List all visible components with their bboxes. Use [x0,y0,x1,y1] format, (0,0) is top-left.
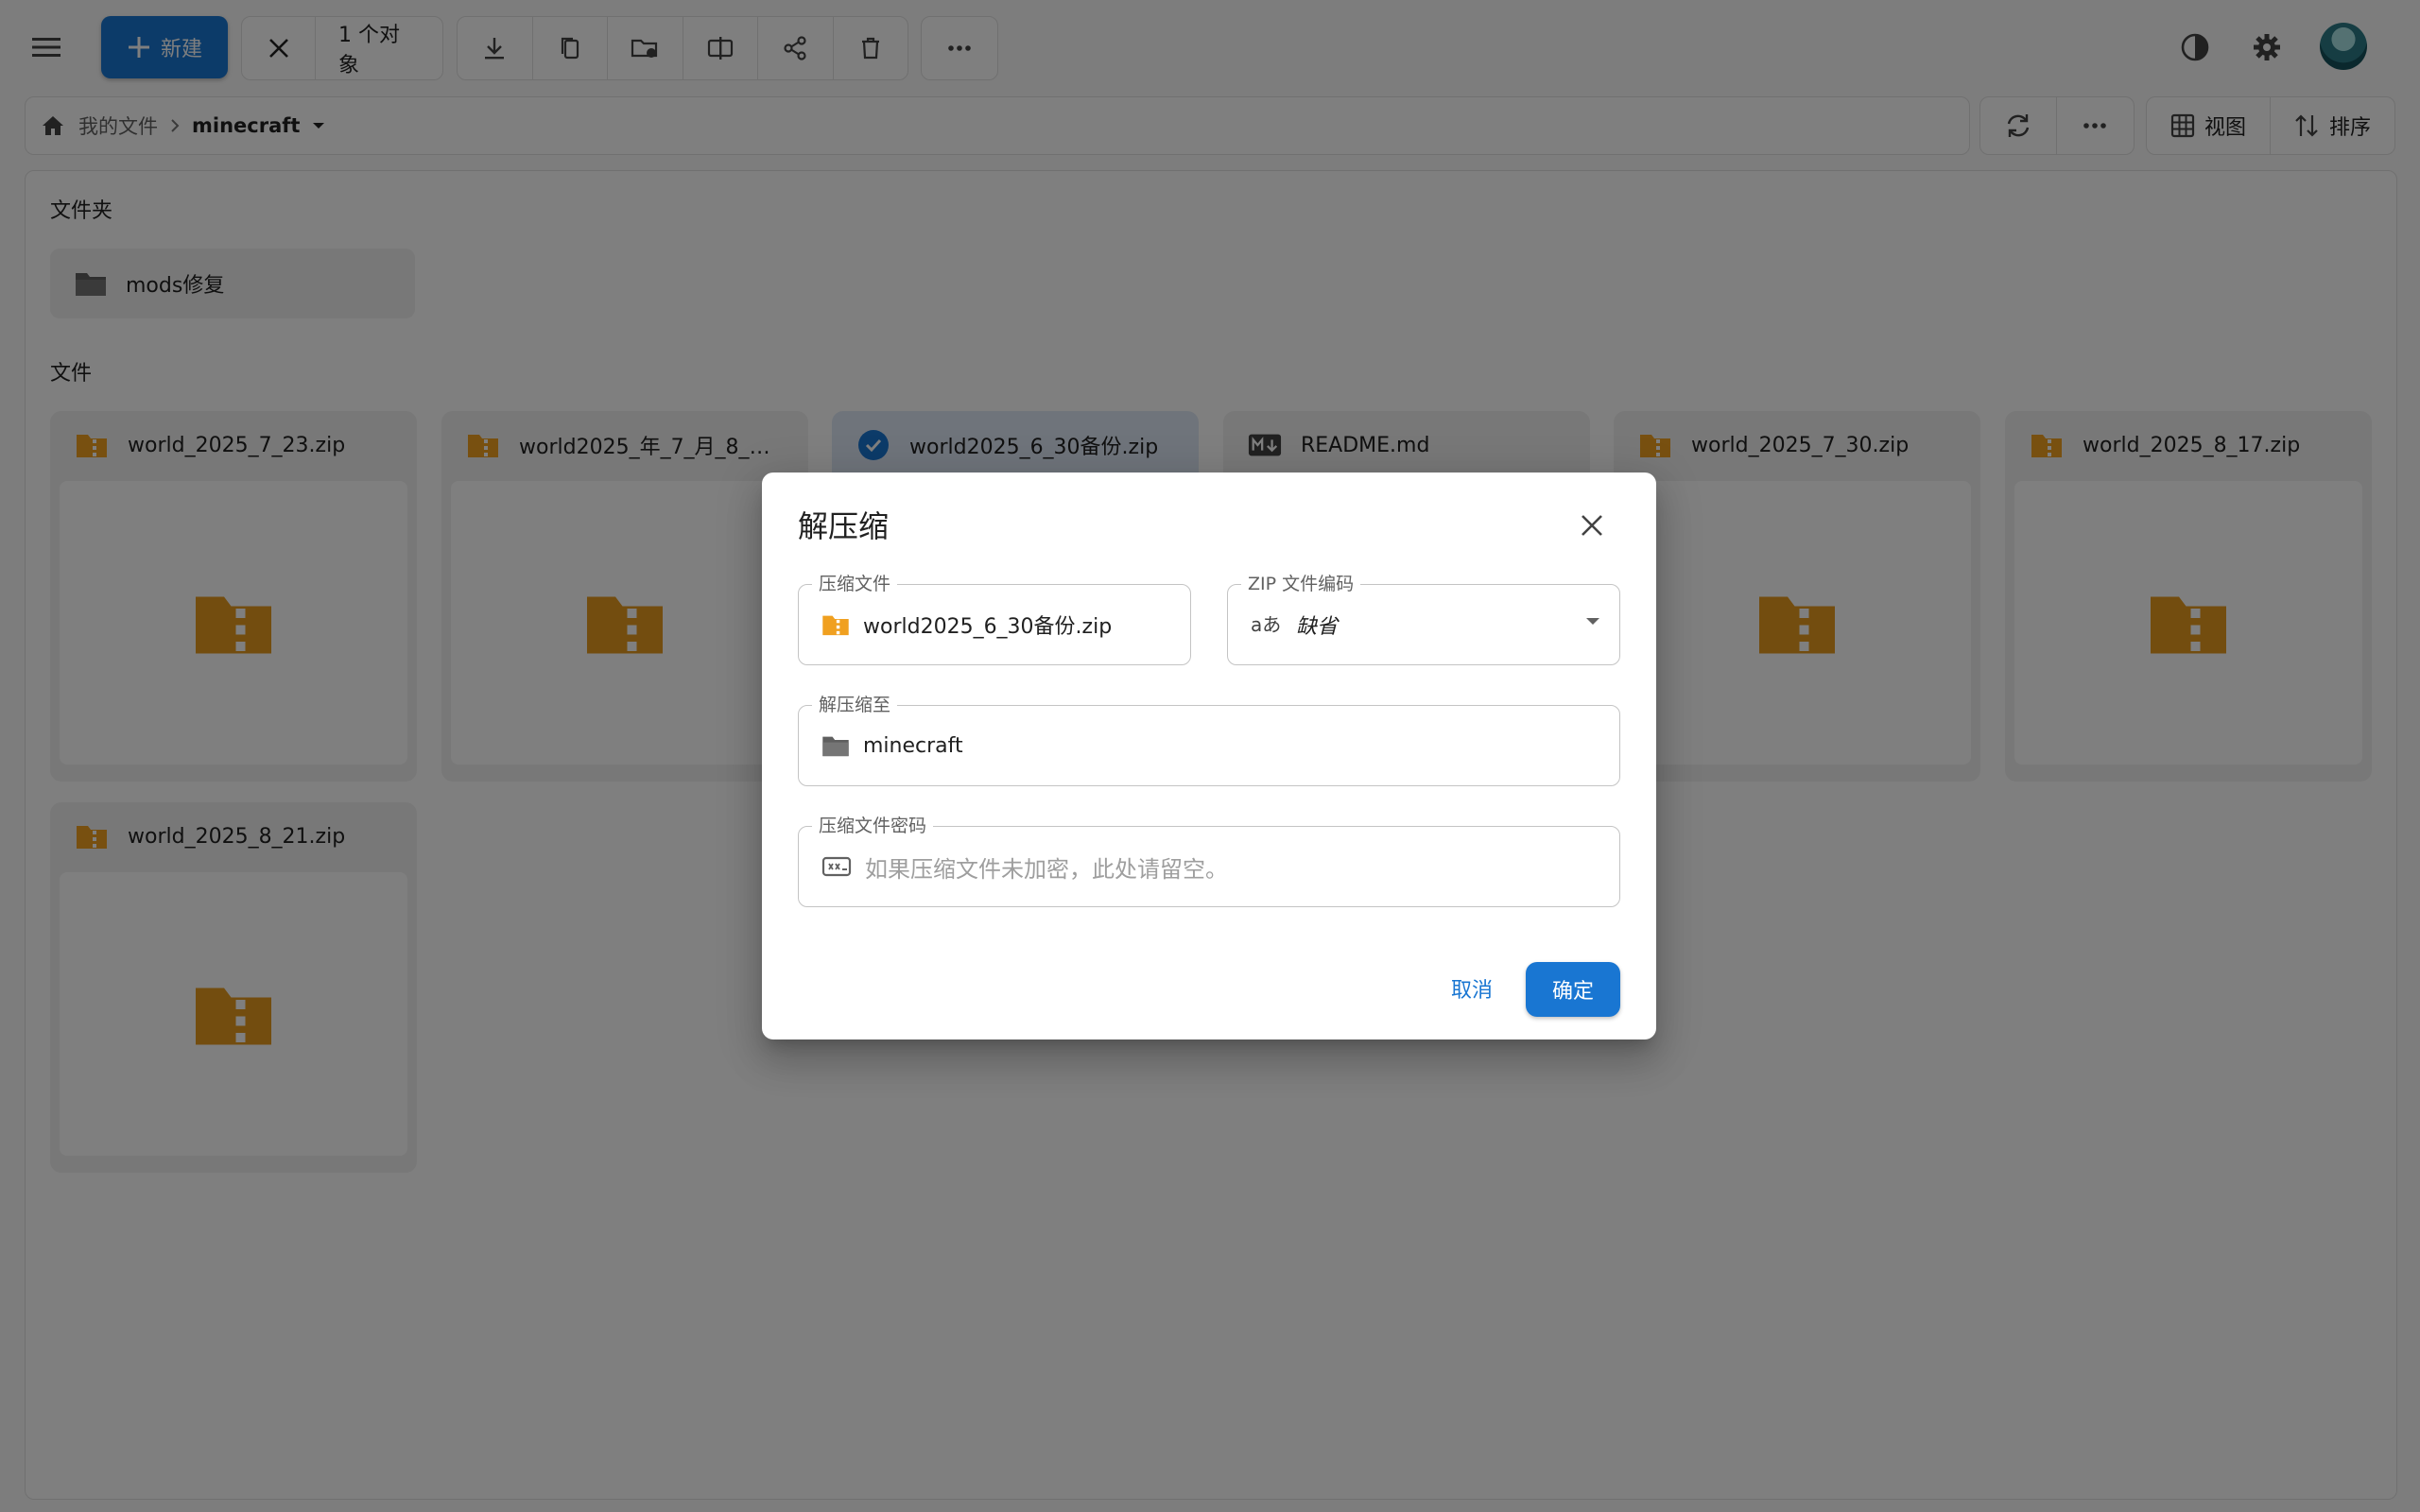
extract-destination-value: minecraft [863,733,963,758]
extract-destination-field[interactable]: 解压缩至 minecraft [798,694,1620,786]
folder-icon [821,734,850,757]
extract-destination-legend: 解压缩至 [812,694,898,716]
archive-file-field[interactable]: 压缩文件 world2025_6_30备份.zip [798,573,1191,665]
svg-text:aあ: aあ [1251,613,1281,636]
confirm-button[interactable]: 确定 [1526,962,1620,1017]
extract-dialog: 解压缩 压缩文件 world2025_6_30备份.zip ZIP 文件编码 a… [762,472,1656,1040]
archive-password-input[interactable]: 压缩文件密码 如果压缩文件未加密，此处请留空。 [798,815,1620,907]
zip-encoding-value: 缺省 [1296,615,1339,639]
archive-file-legend: 压缩文件 [812,573,898,595]
zip-encoding-legend: ZIP 文件编码 [1241,573,1361,595]
zip-encoding-select[interactable]: ZIP 文件编码 aあ 缺省 [1227,573,1620,665]
dialog-title: 解压缩 [798,508,890,544]
zip-folder-icon [821,613,850,636]
dialog-close-button[interactable] [1565,499,1618,552]
archive-password-placeholder: 如果压缩文件未加密，此处请留空。 [865,855,1228,883]
caret-down-icon [1585,617,1600,627]
password-icon [821,855,852,878]
translate-icon: aあ [1251,613,1283,636]
close-icon [1582,515,1602,536]
archive-password-legend: 压缩文件密码 [812,815,934,837]
cancel-button[interactable]: 取消 [1429,962,1514,1015]
archive-file-value: world2025_6_30备份.zip [863,615,1113,639]
